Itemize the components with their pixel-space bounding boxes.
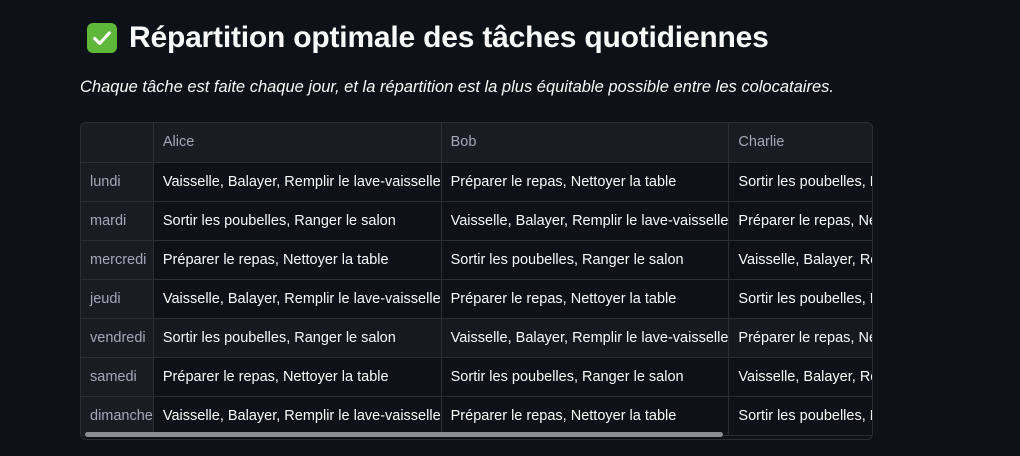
table-cell[interactable]: Vaisselle, Balayer, Remplir le lave-vais… (441, 318, 730, 358)
table-cell[interactable]: Sortir les poubelles, Ranger le salon (441, 357, 730, 397)
table-row: mardi Sortir les poubelles, Ranger le sa… (81, 201, 872, 241)
scrollbar-thumb[interactable] (85, 432, 723, 437)
table-cell[interactable]: Sortir les poubelles, Ranger le salon (728, 279, 872, 319)
row-header[interactable]: vendredi (81, 318, 154, 358)
table-cell[interactable]: Sortir les poubelles, Ranger le salon (728, 396, 872, 436)
table-row: mercredi Préparer le repas, Nettoyer la … (81, 240, 872, 280)
table-cell[interactable]: Préparer le repas, Nettoyer la table (441, 162, 730, 202)
table-row: samedi Préparer le repas, Nettoyer la ta… (81, 357, 872, 397)
row-header[interactable]: mercredi (81, 240, 154, 280)
page-title: Répartition optimale des tâches quotidie… (129, 21, 769, 54)
row-header[interactable]: mardi (81, 201, 154, 241)
table-cell[interactable]: Sortir les poubelles, Ranger le salon (153, 201, 442, 241)
schedule-grid: Alice Bob Charlie lundi Vaisselle, Balay… (81, 123, 872, 436)
table-cell[interactable]: Vaisselle, Balayer, Remplir le lave-vais… (441, 201, 730, 241)
table-cell[interactable]: Vaisselle, Balayer, Remplir le lave-vais… (153, 279, 442, 319)
header-row: Alice Bob Charlie (81, 123, 872, 163)
table-cell[interactable]: Sortir les poubelles, Ranger le salon (441, 240, 730, 280)
table-row: dimanche Vaisselle, Balayer, Remplir le … (81, 396, 872, 436)
row-header[interactable]: samedi (81, 357, 154, 397)
table-cell[interactable]: Vaisselle, Balayer, Remplir le lave-vais… (728, 240, 872, 280)
table-cell[interactable]: Préparer le repas, Nettoyer la table (728, 318, 872, 358)
table-row: jeudi Vaisselle, Balayer, Remplir le lav… (81, 279, 872, 319)
horizontal-scrollbar[interactable] (81, 431, 872, 439)
row-header[interactable]: dimanche (81, 396, 154, 436)
table-cell[interactable]: Vaisselle, Balayer, Remplir le lave-vais… (153, 396, 442, 436)
section-heading: Répartition optimale des tâches quotidie… (87, 18, 769, 58)
table-row: vendredi Sortir les poubelles, Ranger le… (81, 318, 872, 358)
description-text: Chaque tâche est faite chaque jour, et l… (80, 78, 834, 96)
row-header[interactable]: lundi (81, 162, 154, 202)
column-header-index[interactable] (81, 123, 154, 163)
table-cell[interactable]: Sortir les poubelles, Ranger le salon (153, 318, 442, 358)
table-cell[interactable]: Vaisselle, Balayer, Remplir le lave-vais… (728, 357, 872, 397)
check-mark-icon (87, 23, 117, 53)
row-header[interactable]: jeudi (81, 279, 154, 319)
table-cell[interactable]: Préparer le repas, Nettoyer la table (441, 396, 730, 436)
table-cell[interactable]: Préparer le repas, Nettoyer la table (728, 201, 872, 241)
column-header-charlie[interactable]: Charlie (728, 123, 872, 163)
table-row: lundi Vaisselle, Balayer, Remplir le lav… (81, 162, 872, 202)
column-header-alice[interactable]: Alice (153, 123, 442, 163)
table-cell[interactable]: Sortir les poubelles, Ranger le salon (728, 162, 872, 202)
table-cell[interactable]: Préparer le repas, Nettoyer la table (153, 240, 442, 280)
table-cell[interactable]: Préparer le repas, Nettoyer la table (441, 279, 730, 319)
column-header-bob[interactable]: Bob (441, 123, 730, 163)
page: Répartition optimale des tâches quotidie… (0, 0, 1020, 456)
dataframe-table[interactable]: Alice Bob Charlie lundi Vaisselle, Balay… (80, 122, 873, 440)
table-cell[interactable]: Vaisselle, Balayer, Remplir le lave-vais… (153, 162, 442, 202)
table-cell[interactable]: Préparer le repas, Nettoyer la table (153, 357, 442, 397)
